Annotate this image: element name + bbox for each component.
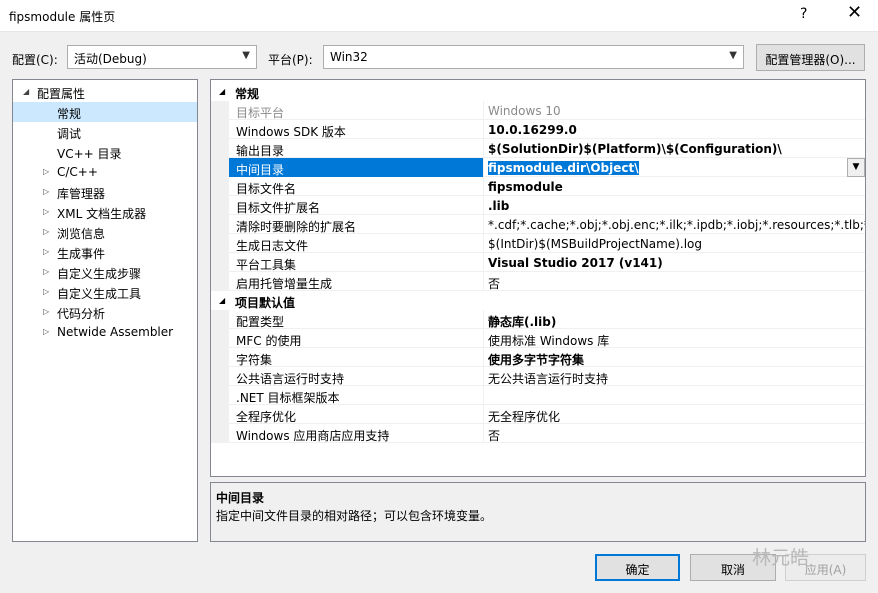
title-bar: fipsmodule 属性页 ? ✕: [0, 0, 878, 32]
tree-item-xml-doc[interactable]: ▷ XML 文档生成器: [13, 202, 197, 222]
window-title: fipsmodule 属性页: [9, 10, 116, 24]
description-text: 指定中间文件目录的相对路径；可以包含环境变量。: [216, 509, 493, 523]
config-manager-button[interactable]: 配置管理器(O)...: [756, 44, 865, 71]
platform-combo-value: Win32: [330, 50, 368, 64]
collapsed-triangle-icon[interactable]: ▷: [43, 307, 49, 316]
tree-item-general[interactable]: 常规: [13, 102, 197, 122]
tree-item-custom-build-tool[interactable]: ▷ 自定义生成工具: [13, 282, 197, 302]
grid-row[interactable]: Windows SDK 版本 10.0.16299.0: [229, 120, 865, 139]
tree-item-vc-directories[interactable]: VC++ 目录: [13, 142, 197, 162]
tree-item-debugging[interactable]: 调试: [13, 122, 197, 142]
tree-item-netwide-assembler[interactable]: ▷ Netwide Assembler: [13, 322, 197, 342]
watermark-text: 林元皓: [752, 547, 810, 569]
collapsed-triangle-icon[interactable]: ▷: [43, 287, 49, 296]
collapsed-triangle-icon[interactable]: ▷: [43, 247, 49, 256]
grid-row[interactable]: 输出目录 $(SolutionDir)$(Platform)\$(Configu…: [229, 139, 865, 158]
grid-row[interactable]: 目标文件名 fipsmodule: [229, 177, 865, 196]
grid-row-selected[interactable]: 中间目录 fipsmodule.dir\Object\ ▼: [229, 158, 865, 177]
tree-item-librarian[interactable]: ▷ 库管理器: [13, 182, 197, 202]
tree-item-cpp[interactable]: ▷ C/C++: [13, 162, 197, 182]
collapsed-triangle-icon[interactable]: ▷: [43, 167, 49, 176]
chevron-down-icon: ▼: [729, 50, 737, 61]
collapsed-triangle-icon[interactable]: ▷: [43, 187, 49, 196]
grid-row[interactable]: 平台工具集 Visual Studio 2017 (v141): [229, 253, 865, 272]
grid-row[interactable]: MFC 的使用 使用标准 Windows 库: [229, 329, 865, 348]
expanded-triangle-icon: ◢: [23, 87, 30, 96]
grid-row[interactable]: 全程序优化 无全程序优化: [229, 405, 865, 424]
chevron-down-icon: ▼: [242, 50, 250, 61]
grid-row[interactable]: 生成日志文件 $(IntDir)$(MSBuildProjectName).lo…: [229, 234, 865, 253]
property-tree[interactable]: ◢ 配置属性 常规 调试 VC++ 目录 ▷ C/C++ ▷ 库管理器 ▷ XM…: [12, 79, 198, 542]
grid-row[interactable]: 清除时要删除的扩展名 *.cdf;*.cache;*.obj;*.obj.enc…: [229, 215, 865, 234]
intermediate-dir-value[interactable]: fipsmodule.dir\Object\: [488, 161, 639, 175]
grid-row[interactable]: 目标文件扩展名 .lib: [229, 196, 865, 215]
ok-button[interactable]: 确定: [595, 554, 680, 581]
collapsed-triangle-icon[interactable]: ▷: [43, 267, 49, 276]
description-title: 中间目录: [216, 491, 265, 505]
close-icon[interactable]: ✕: [847, 4, 862, 22]
collapsed-triangle-icon[interactable]: ▷: [43, 207, 49, 216]
property-grid[interactable]: ◢ 常规 目标平台 Windows 10 Windows SDK 版本 10.0…: [210, 79, 866, 477]
grid-row[interactable]: .NET 目标框架版本: [229, 386, 865, 405]
tree-item-config-properties[interactable]: ◢ 配置属性: [13, 82, 197, 102]
chevron-down-icon[interactable]: ▼: [847, 158, 865, 177]
grid-row[interactable]: 字符集 使用多字节字符集: [229, 348, 865, 367]
tree-item-custom-build-step[interactable]: ▷ 自定义生成步骤: [13, 262, 197, 282]
category-project-defaults[interactable]: ◢ 项目默认值: [211, 291, 865, 310]
config-combo-value: 活动(Debug): [74, 52, 147, 66]
tree-item-browse-info[interactable]: ▷ 浏览信息: [13, 222, 197, 242]
help-button[interactable]: ?: [800, 6, 807, 22]
tree-item-build-events[interactable]: ▷ 生成事件: [13, 242, 197, 262]
grid-margin: [211, 310, 229, 443]
tree-item-code-analysis[interactable]: ▷ 代码分析: [13, 302, 197, 322]
grid-row[interactable]: Windows 应用商店应用支持 否: [229, 424, 865, 443]
expanded-triangle-icon[interactable]: ◢: [219, 296, 225, 305]
grid-row[interactable]: 启用托管增量生成 否: [229, 272, 865, 291]
grid-row[interactable]: 配置类型 静态库(.lib): [229, 310, 865, 329]
grid-row[interactable]: 目标平台 Windows 10: [229, 101, 865, 120]
expanded-triangle-icon[interactable]: ◢: [219, 87, 225, 96]
description-panel: 中间目录 指定中间文件目录的相对路径；可以包含环境变量。: [210, 482, 866, 542]
category-general[interactable]: ◢ 常规: [211, 82, 865, 101]
config-combo[interactable]: 活动(Debug) ▼: [67, 45, 257, 69]
collapsed-triangle-icon[interactable]: ▷: [43, 227, 49, 236]
config-label: 配置(C):: [12, 53, 58, 67]
grid-margin: [211, 101, 229, 291]
grid-row[interactable]: 公共语言运行时支持 无公共语言运行时支持: [229, 367, 865, 386]
platform-combo[interactable]: Win32 ▼: [323, 45, 744, 69]
platform-label: 平台(P):: [268, 53, 313, 67]
collapsed-triangle-icon[interactable]: ▷: [43, 327, 49, 336]
